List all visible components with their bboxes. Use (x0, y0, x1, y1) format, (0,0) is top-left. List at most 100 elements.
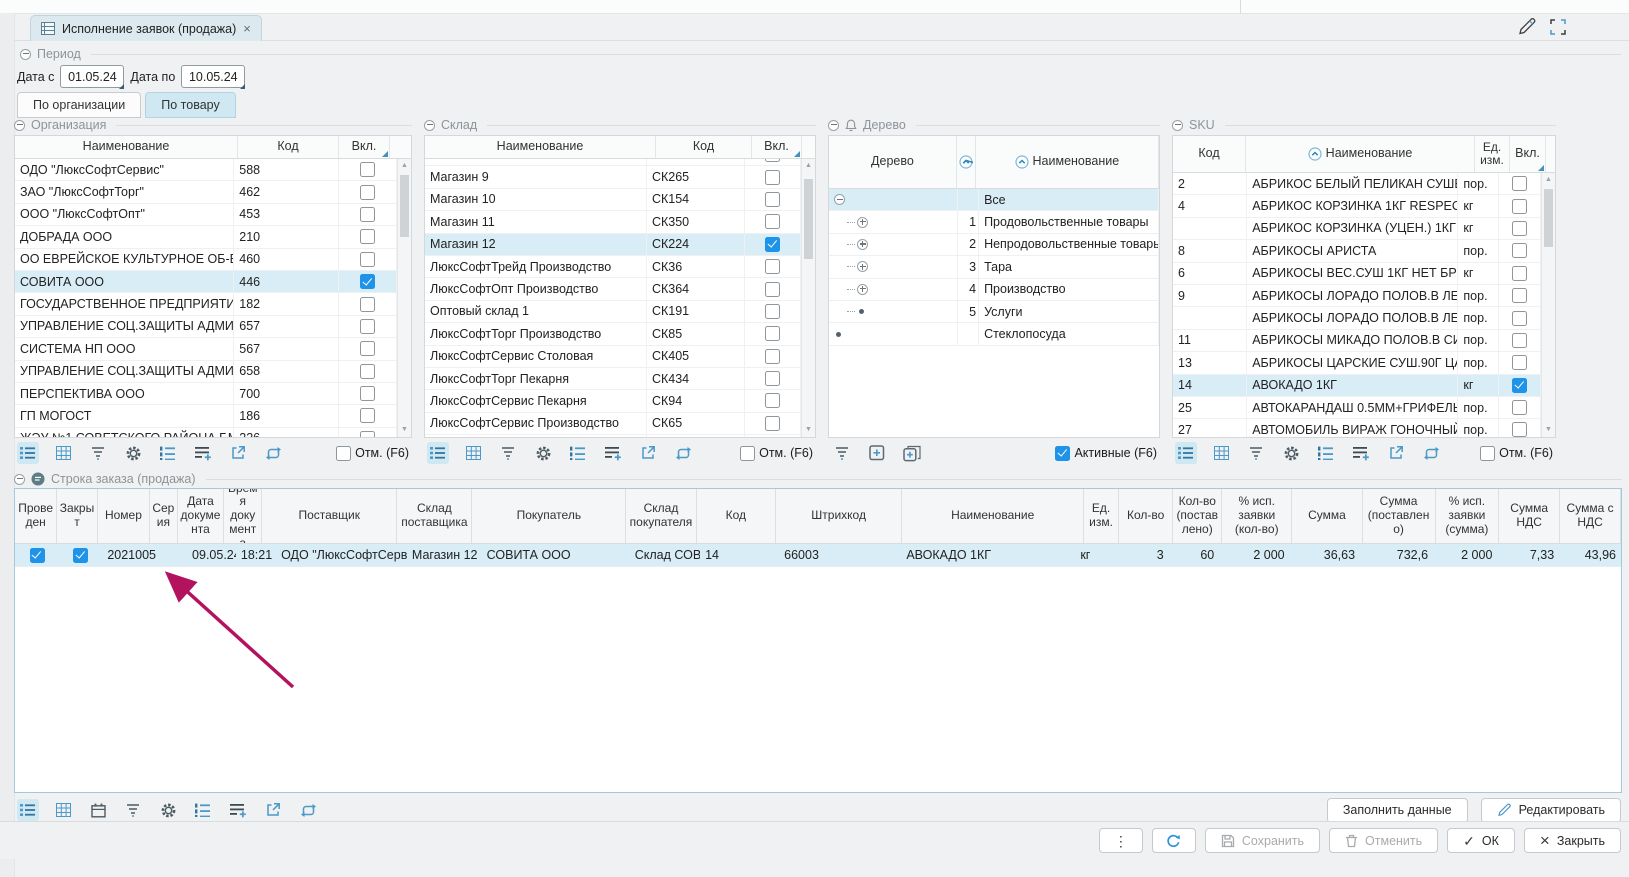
sku-scrollbar[interactable]: ▲▼ (1541, 173, 1555, 437)
sklad-row[interactable]: ЛюксСофтТорг Пекарня СК434 (425, 368, 801, 390)
sku-row[interactable]: 6 АБРИКОСЫ ВЕС.СУШ 1КГ НЕТ БРЕНДА кг (1173, 263, 1541, 285)
row-checkbox[interactable] (765, 282, 780, 297)
tree-col-name[interactable]: Наименование (976, 136, 1159, 188)
tree-node-icon[interactable] (834, 194, 845, 205)
order-row[interactable]: 2021005 09.05.24 18:21 ОДО "ЛюксСофтСерв… (15, 544, 1621, 567)
sklad-row[interactable]: Оптовый склад 1 СК191 (425, 301, 801, 323)
list-view-icon[interactable] (17, 442, 39, 464)
add-rows-icon[interactable] (1350, 442, 1372, 464)
org-row[interactable]: СИСТЕМА НП ООО 567 (15, 338, 397, 360)
sklad-row[interactable]: ЛюксСофтТрейд Производство СК36 (425, 256, 801, 278)
add-node-icon[interactable] (866, 442, 888, 464)
org-row[interactable]: ГОСУДАРСТВЕННОЕ ПРЕДПРИЯТИЕ СТРО 182 (15, 293, 397, 315)
list-view-icon[interactable] (1175, 442, 1197, 464)
sku-col-unit[interactable]: Ед. изм. (1475, 136, 1510, 172)
sklad-row[interactable]: ЛюксСофтСервис Пекарня СК94 (425, 390, 801, 412)
sklad-row[interactable]: ЛюксСофтОпт Производство СК364 (425, 278, 801, 300)
sku-mark-checkbox[interactable]: Отм. (F6) (1480, 446, 1553, 461)
org-row[interactable]: СОВИТА ООО 446 (15, 271, 397, 293)
order-col-unit[interactable]: Ед. изм. (1084, 489, 1119, 543)
filter-icon[interactable] (831, 442, 853, 464)
row-checkbox[interactable] (1512, 355, 1527, 370)
org-row[interactable]: ДОБРАДА ООО 210 (15, 226, 397, 248)
tab-close-icon[interactable]: × (243, 21, 251, 36)
ok-button[interactable]: ✓ОК (1447, 828, 1515, 853)
org-row[interactable]: ПЕРСПЕКТИВА ООО 700 (15, 383, 397, 405)
cancel-button[interactable]: Отменить (1329, 828, 1438, 853)
org-row[interactable]: ОО ЕВРЕЙСКОЕ КУЛЬТУРНОЕ ОБ-ВО ЭМУ 460 (15, 249, 397, 271)
tree-row[interactable]: 1 Продовольственные товары (829, 211, 1159, 233)
row-checkbox[interactable] (1512, 333, 1527, 348)
sku-row[interactable]: 25 АВТОКАРАНДАШ 0.5ММ+ГРИФЕЛЬ 55951 пор. (1173, 397, 1541, 419)
sklad-col-incl[interactable]: Вкл. (752, 136, 802, 158)
order-col-supplier-sklad[interactable]: Склад поставщика (397, 489, 472, 543)
sklad-row[interactable]: Магазин 12 СК224 (425, 234, 801, 256)
collapse-icon[interactable] (20, 49, 31, 60)
tab-execution-of-orders[interactable]: Исполнение заявок (продажа) × (30, 15, 262, 41)
order-col-supplier[interactable]: Поставщик (262, 489, 397, 543)
row-checkbox[interactable] (1512, 199, 1527, 214)
sklad-mark-checkbox[interactable]: Отм. (F6) (740, 446, 813, 461)
org-row[interactable]: ООО "ЛюксСофтОпт" 453 (15, 204, 397, 226)
filter-icon[interactable] (497, 442, 519, 464)
row-checkbox[interactable] (360, 297, 375, 312)
row-checkbox[interactable] (360, 207, 375, 222)
more-options-button[interactable]: ⋮ (1099, 828, 1143, 853)
row-checkbox[interactable] (360, 229, 375, 244)
tree-col-tree[interactable]: Дерево (829, 136, 957, 188)
row-checkbox[interactable] (1512, 378, 1527, 393)
tree-row[interactable]: Все (829, 189, 1159, 211)
sklad-row[interactable]: ЛюксСофтСервис Столовая СК405 (425, 346, 801, 368)
row-checkbox[interactable] (360, 185, 375, 200)
sku-col-name[interactable]: Наименование (1246, 136, 1475, 172)
row-checkbox[interactable] (765, 416, 780, 431)
tree-sort-icon[interactable] (957, 136, 976, 188)
row-checkbox[interactable] (360, 386, 375, 401)
row-checkbox[interactable] (1512, 311, 1527, 326)
collapse-icon[interactable] (14, 474, 25, 485)
add-rows-icon[interactable] (192, 442, 214, 464)
fullscreen-icon[interactable] (1549, 18, 1567, 36)
sku-row[interactable]: 2 АБРИКОС БЕЛЫЙ ПЕЛИКАН СУШЕНЫЙ 20 пор. (1173, 173, 1541, 195)
sklad-row[interactable]: ЛюксСофтТорг Производство СК85 (425, 323, 801, 345)
org-row[interactable]: ЖЭУ №1 СОВЕТСКОГО РАЙОНА Г.МИНС 226 (15, 428, 397, 437)
closed-checkbox[interactable] (73, 548, 88, 563)
row-checkbox[interactable] (1512, 288, 1527, 303)
sklad-row[interactable]: ЛюксСофтСервис Производство СК65 (425, 413, 801, 435)
org-row[interactable]: ГП МОГОСТ 186 (15, 405, 397, 427)
open-external-icon[interactable] (262, 799, 284, 821)
row-checkbox[interactable] (765, 304, 780, 319)
row-checkbox[interactable] (765, 326, 780, 341)
numbered-list-icon[interactable] (157, 442, 179, 464)
org-col-name[interactable]: Наименование (15, 136, 238, 158)
save-button[interactable]: Сохранить (1205, 828, 1320, 853)
order-col-doc-date[interactable]: Дата документа (178, 489, 225, 543)
tab-by-organization[interactable]: По организации (17, 92, 141, 118)
add-rows-icon[interactable] (227, 799, 249, 821)
refresh-loop-icon[interactable] (672, 442, 694, 464)
sku-row[interactable]: АБРИКОСЫ ЛОРАДО ПОЛОВ.В ЛЕГ.СИР. 4 пор. (1173, 307, 1541, 329)
sku-col-incl[interactable]: Вкл. (1510, 136, 1546, 172)
row-checkbox[interactable] (765, 259, 780, 274)
filter-icon[interactable] (122, 799, 144, 821)
collapse-icon[interactable] (1172, 120, 1183, 131)
numbered-list-icon[interactable] (567, 442, 589, 464)
tree-node-icon[interactable] (857, 217, 868, 228)
tree-row[interactable]: 4 Производство (829, 279, 1159, 301)
row-checkbox[interactable] (360, 274, 375, 289)
order-col-sum-with-vat[interactable]: Сумма с НДС (1560, 489, 1621, 543)
order-col-posted[interactable]: Проведен (15, 489, 57, 543)
tree-row[interactable]: 2 Непродовольственные товары (829, 234, 1159, 256)
row-checkbox[interactable] (1512, 400, 1527, 415)
row-checkbox[interactable] (1512, 266, 1527, 281)
refresh-loop-icon[interactable] (1420, 442, 1442, 464)
org-scrollbar[interactable]: ▲▼ (397, 159, 411, 437)
numbered-list-icon[interactable] (1315, 442, 1337, 464)
org-row[interactable]: УПРАВЛЕНИЕ СОЦ.ЗАЩИТЫ АДМИНИСТ 657 (15, 316, 397, 338)
row-checkbox[interactable] (360, 162, 375, 177)
row-checkbox[interactable] (360, 408, 375, 423)
order-col-series[interactable]: Серия (150, 489, 177, 543)
settings-gear-icon[interactable] (157, 799, 179, 821)
open-external-icon[interactable] (637, 442, 659, 464)
order-col-pct-sum[interactable]: % исп. заявки (сумма) (1436, 489, 1500, 543)
